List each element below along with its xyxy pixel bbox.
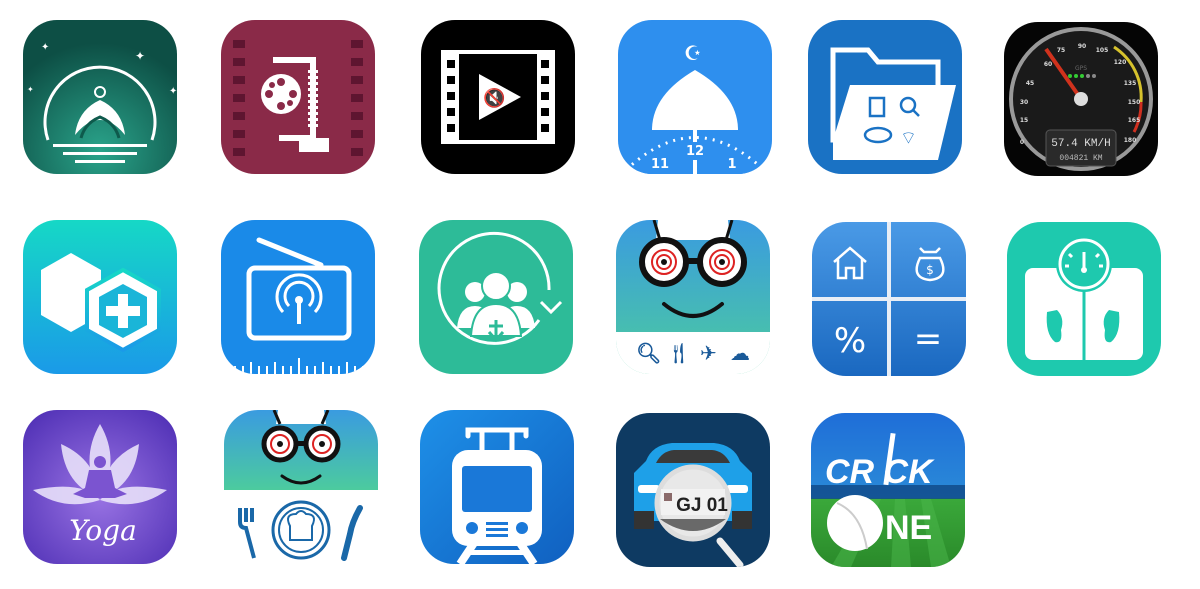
app-icon-recipe-guide[interactable] <box>224 410 378 564</box>
cloud-icon: ☁︎ <box>730 341 750 365</box>
crick-title: CR CK <box>825 453 935 491</box>
yoga-label: Yoga <box>69 514 137 547</box>
svg-text:90: 90 <box>1078 43 1086 50</box>
calculator-grid-icon: $ % = <box>812 222 966 376</box>
svg-text:0: 0 <box>1020 139 1024 146</box>
svg-text:45: 45 <box>1026 80 1034 87</box>
cricket-ball-icon <box>827 495 883 551</box>
dining-icon: 🍴︎ <box>666 341 691 365</box>
svg-text:30: 30 <box>1020 99 1028 106</box>
crescent-icon: ☪ <box>684 41 702 65</box>
glasses-chef-icon <box>224 410 378 564</box>
svg-text:150: 150 <box>1128 99 1141 106</box>
svg-text:180: 180 <box>1124 137 1137 144</box>
train-icon <box>420 410 574 564</box>
cricket-icon: CR CK NE <box>811 413 965 567</box>
lotus-meditation-icon: Yoga <box>23 410 177 564</box>
app-icon-mute-video[interactable]: 🔇 <box>421 20 575 174</box>
star-icon: ✦ <box>41 42 49 53</box>
star-icon: ✦ <box>169 86 177 97</box>
bathroom-scale-icon <box>1007 222 1161 376</box>
app-icon-prayer-times[interactable]: ☪ 12 11 1 <box>618 20 772 174</box>
clock-label-12: 12 <box>686 144 704 159</box>
svg-text:$: $ <box>926 263 934 277</box>
mosque-clock-icon: ☪ 12 11 1 <box>618 20 772 174</box>
plate-text: GJ 01 <box>676 495 728 516</box>
app-icon-train-tracker[interactable] <box>420 410 574 564</box>
app-icon-vehicle-lookup[interactable]: GJ 01 <box>616 413 770 567</box>
car-plate-search-icon: GJ 01 <box>616 413 770 567</box>
star-icon: ✦ <box>135 49 145 63</box>
svg-text:105: 105 <box>1096 47 1109 54</box>
app-icon-weight-scale[interactable] <box>1007 222 1161 376</box>
percent-symbol: % <box>834 321 866 361</box>
svg-text:165: 165 <box>1128 117 1141 124</box>
app-icon-file-manager[interactable]: ⌔ <box>808 20 962 174</box>
odometer-readout: 004821 KM <box>1059 154 1102 163</box>
app-icon-hexagon-plus[interactable] <box>23 220 177 374</box>
app-icon-crick-one[interactable]: CR CK NE <box>811 413 965 567</box>
svg-text:120: 120 <box>1114 59 1127 66</box>
clock-label-1: 1 <box>727 157 736 172</box>
clock-label-11: 11 <box>651 157 669 172</box>
svg-text:60: 60 <box>1044 61 1052 68</box>
app-icon-home-loan-calculator[interactable]: $ % = <box>812 222 966 376</box>
mosque-crescent-icon: ✦ ✦ ✦ ✦ <box>23 20 177 174</box>
film-compress-icon <box>221 20 375 174</box>
svg-text:GPS: GPS <box>1075 65 1087 72</box>
app-icon-yoga[interactable]: Yoga <box>23 410 177 564</box>
wifi-icon: ⌔ <box>900 128 917 149</box>
star-icon: ✦ <box>27 85 34 94</box>
mute-icon: 🔇 <box>483 87 505 109</box>
app-icon-muslim-prayer[interactable]: ✦ ✦ ✦ ✦ <box>23 20 177 174</box>
contacts-sync-icon <box>419 220 573 374</box>
one-title: NE <box>885 509 932 547</box>
film-mute-icon: 🔇 <box>421 20 575 174</box>
app-icon-gps-speedometer[interactable]: GPS 0 15 30 45 60 75 90 105 120 135 150 … <box>1004 22 1158 176</box>
app-icon-explore-guide[interactable]: 🔍︎ 🍴︎ ✈︎ ☁︎ <box>616 220 770 374</box>
app-icon-video-compressor[interactable] <box>221 20 375 174</box>
app-icon-contacts-backup[interactable] <box>419 220 573 374</box>
airplane-icon: ✈︎ <box>700 341 717 365</box>
hexagon-plus-icon <box>23 220 177 374</box>
svg-text:15: 15 <box>1020 117 1028 124</box>
glasses-face-icon: 🔍︎ 🍴︎ ✈︎ ☁︎ <box>616 220 770 374</box>
app-icon-radio[interactable] <box>221 220 375 374</box>
speed-readout: 57.4 KM/H <box>1051 138 1110 150</box>
svg-text:75: 75 <box>1057 47 1065 54</box>
equals-symbol: = <box>914 319 943 359</box>
svg-text:135: 135 <box>1124 80 1137 87</box>
speedometer-icon: GPS 0 15 30 45 60 75 90 105 120 135 150 … <box>1004 22 1158 176</box>
radio-icon <box>221 220 375 374</box>
search-icon: 🔍︎ <box>636 341 661 365</box>
folder-icon: ⌔ <box>808 20 962 174</box>
